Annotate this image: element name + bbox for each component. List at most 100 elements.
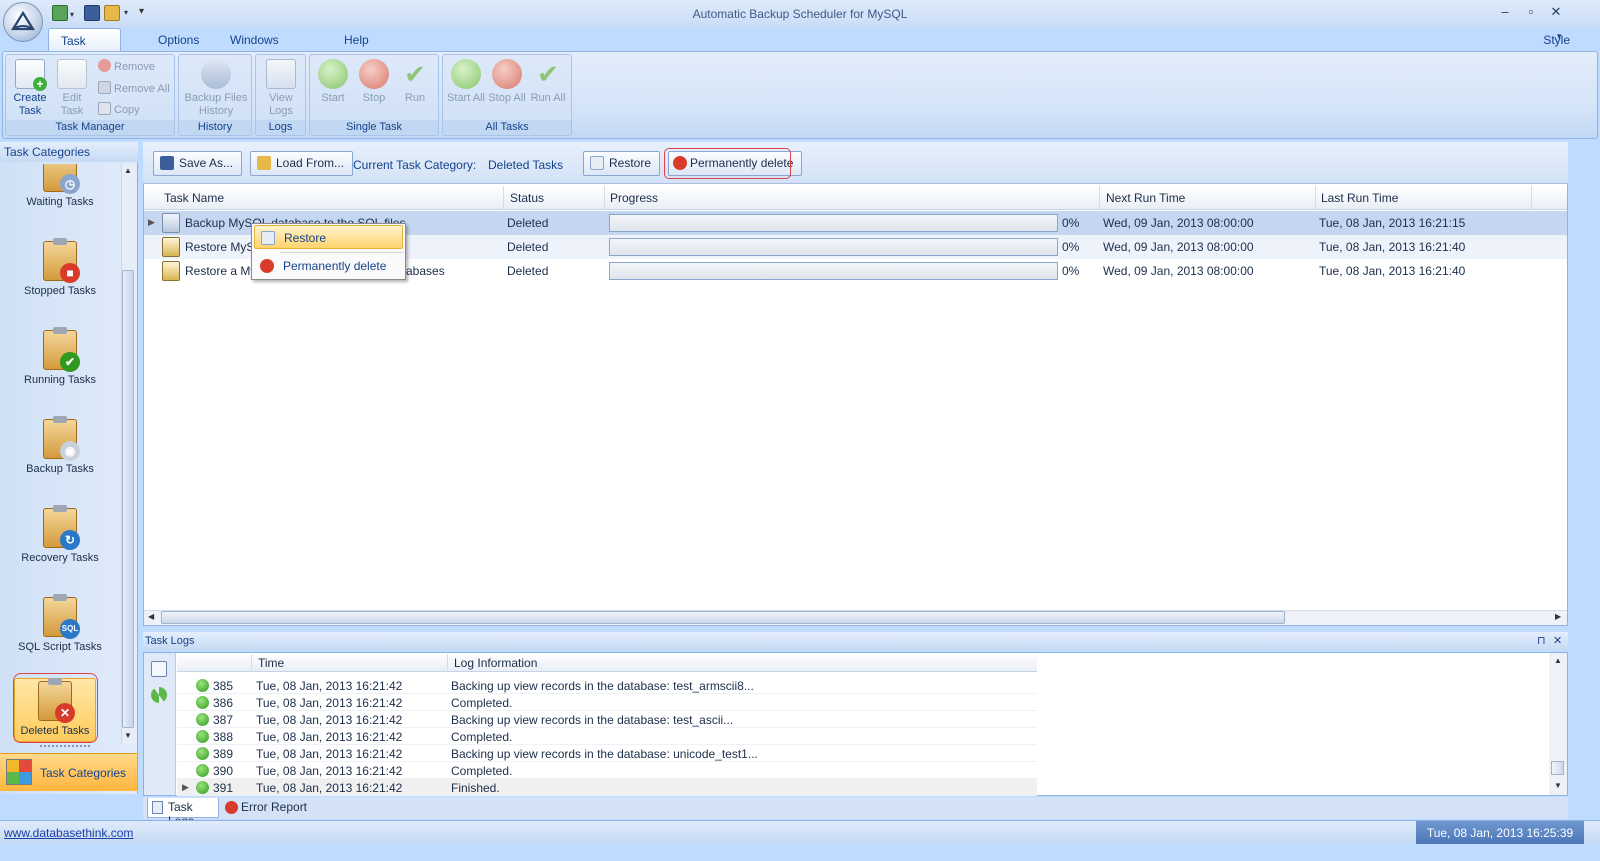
remove-all-button[interactable]: Remove All xyxy=(98,81,170,96)
scroll-down-icon[interactable]: ▼ xyxy=(1554,781,1562,790)
next-run-cell: Wed, 09 Jan, 2013 08:00:00 xyxy=(1103,240,1254,254)
stop-all-button[interactable]: Stop All xyxy=(488,59,526,105)
sidebar-item-stopped-tasks[interactable]: ■ Stopped Tasks xyxy=(0,238,120,297)
sql-script-tasks-label: SQL Script Tasks xyxy=(18,641,102,653)
close-panel-icon[interactable]: ✕ xyxy=(1553,634,1562,647)
scroll-up-icon[interactable]: ▲ xyxy=(124,166,132,175)
status-cell: Deleted xyxy=(507,264,549,278)
tab-task-logs[interactable]: Task Logs xyxy=(147,798,219,828)
column-last-run-time[interactable]: Last Run Time xyxy=(1321,191,1398,205)
close-button[interactable]: ✕ xyxy=(1546,4,1566,22)
load-from-button[interactable]: Load From... xyxy=(250,151,354,176)
status-cell: Deleted xyxy=(507,216,549,230)
application-menu-button[interactable] xyxy=(3,2,43,42)
row-expand-icon[interactable]: ▶ xyxy=(148,217,155,228)
ribbon-group-all-tasks: Start All Stop All ✔ Run All All Tasks xyxy=(442,54,572,136)
log-row[interactable]: ▶ 391 Tue, 08 Jan, 2013 16:21:42 Finished. xyxy=(177,779,1037,796)
backup-files-history-button[interactable]: Backup Files History xyxy=(181,59,251,118)
column-separator xyxy=(1531,186,1532,210)
log-row[interactable]: 386 Tue, 08 Jan, 2013 16:21:42 Completed. xyxy=(177,694,1037,711)
load-from-label: Load From... xyxy=(276,156,345,170)
copy-button[interactable]: Copy xyxy=(98,102,140,117)
log-row[interactable]: 389 Tue, 08 Jan, 2013 16:21:42 Backing up … xyxy=(177,745,1037,762)
create-task-label: Create Task xyxy=(13,92,47,117)
context-permanently-delete[interactable]: Permanently delete xyxy=(254,254,403,278)
log-time: Tue, 08 Jan, 2013 16:21:42 xyxy=(256,781,403,795)
open-folder-icon xyxy=(257,156,271,170)
status-clock: Tue, 08 Jan, 2013 16:25:39 xyxy=(1416,821,1584,845)
column-separator xyxy=(604,186,605,210)
maximize-button[interactable]: ▫ xyxy=(1521,4,1541,22)
sql-file-icon xyxy=(162,213,180,233)
tab-windows-service[interactable]: Windows Service xyxy=(218,28,291,71)
row-expand-icon[interactable]: ▶ xyxy=(182,782,189,793)
log-column-time[interactable]: Time xyxy=(258,656,284,670)
task-logs-title: Task Logs xyxy=(143,632,1568,650)
backup-history-icon xyxy=(201,59,231,89)
tab-options[interactable]: Options xyxy=(146,28,211,52)
remove-all-icon xyxy=(98,81,111,94)
current-category-value: Deleted Tasks xyxy=(488,158,564,172)
scroll-left-icon[interactable]: ◀ xyxy=(148,612,154,621)
column-separator xyxy=(447,654,448,672)
last-run-cell: Tue, 08 Jan, 2013 16:21:40 xyxy=(1319,240,1466,254)
column-status[interactable]: Status xyxy=(510,191,544,205)
sidebar-item-running-tasks[interactable]: ✔ Running Tasks xyxy=(0,327,120,386)
refresh-icon[interactable] xyxy=(151,687,167,703)
log-row[interactable]: 385 Tue, 08 Jan, 2013 16:21:42 Backing up … xyxy=(177,677,1037,694)
context-restore[interactable]: Restore xyxy=(254,225,403,249)
log-column-information[interactable]: Log Information xyxy=(454,656,537,670)
start-icon xyxy=(318,59,348,89)
log-row[interactable]: 387 Tue, 08 Jan, 2013 16:21:42 Backing up … xyxy=(177,711,1037,728)
edit-task-label: Edit Task xyxy=(60,92,84,117)
column-task-name[interactable]: Task Name xyxy=(164,191,224,205)
run-button[interactable]: ✔ Run xyxy=(396,59,434,105)
stop-button[interactable]: Stop xyxy=(355,59,393,105)
website-link[interactable]: www.databasethink.com xyxy=(4,826,133,840)
success-icon xyxy=(196,696,209,709)
group-label-task-manager: Task Manager xyxy=(6,120,174,135)
logs-scrollbar-thumb[interactable] xyxy=(1551,761,1564,775)
scroll-down-icon[interactable]: ▼ xyxy=(124,731,132,740)
start-all-button[interactable]: Start All xyxy=(447,59,485,105)
find-log-icon[interactable] xyxy=(151,661,167,677)
column-progress[interactable]: Progress xyxy=(610,191,658,205)
tab-task-manager[interactable]: Task Manager xyxy=(48,28,122,72)
tab-help[interactable]: Help xyxy=(332,28,381,52)
remove-all-label: Remove All xyxy=(114,83,170,95)
ribbon-group-history: Backup Files History History xyxy=(178,54,252,136)
sidebar-item-recovery-tasks[interactable]: ↻ Recovery Tasks xyxy=(0,505,120,564)
column-next-run-time[interactable]: Next Run Time xyxy=(1106,191,1185,205)
stop-all-label: Stop All xyxy=(488,92,526,104)
view-logs-button[interactable]: View Logs xyxy=(260,59,302,118)
tab-error-report[interactable]: Error Report xyxy=(223,798,313,818)
sidebar-item-waiting-tasks[interactable]: ◷ Waiting Tasks xyxy=(0,164,120,208)
edit-task-button[interactable]: Edit Task xyxy=(52,59,92,118)
scroll-up-icon[interactable]: ▲ xyxy=(1554,656,1562,665)
log-row[interactable]: 388 Tue, 08 Jan, 2013 16:21:42 Completed. xyxy=(177,728,1037,745)
run-all-button[interactable]: ✔ Run All xyxy=(529,59,567,105)
grid-scrollbar-thumb[interactable] xyxy=(161,611,1285,624)
restore-button[interactable]: Restore xyxy=(583,151,661,176)
logs-vertical-scrollbar[interactable]: ▲ ▼ xyxy=(1549,653,1567,795)
minimize-button[interactable]: – xyxy=(1495,4,1515,22)
sidebar-item-sql-script-tasks[interactable]: SQL SQL Script Tasks xyxy=(0,594,120,653)
task-categories-nav-button[interactable]: Task Categories xyxy=(0,753,137,791)
start-button[interactable]: Start xyxy=(314,59,352,105)
style-dropdown-icon[interactable]: ▾ xyxy=(1557,31,1562,42)
log-time: Tue, 08 Jan, 2013 16:21:42 xyxy=(256,730,403,744)
sidebar-item-backup-tasks[interactable]: ◉ Backup Tasks xyxy=(0,416,120,475)
log-row[interactable]: 390 Tue, 08 Jan, 2013 16:21:42 Completed. xyxy=(177,762,1037,779)
app-logo-icon xyxy=(11,10,35,31)
panel-splitter-grip[interactable] xyxy=(40,745,90,748)
scroll-right-icon[interactable]: ▶ xyxy=(1555,612,1561,621)
create-task-icon: + xyxy=(15,59,47,91)
remove-button[interactable]: Remove xyxy=(98,59,155,74)
category-scrollbar-thumb[interactable] xyxy=(122,270,134,728)
save-as-button[interactable]: Save As... xyxy=(153,151,243,176)
context-restore-label: Restore xyxy=(284,231,327,245)
waiting-tasks-icon: ◷ xyxy=(43,164,80,194)
pin-icon[interactable]: ⊓ xyxy=(1537,634,1546,647)
log-id: 391 xyxy=(213,781,234,795)
create-task-button[interactable]: + Create Task xyxy=(10,59,50,118)
